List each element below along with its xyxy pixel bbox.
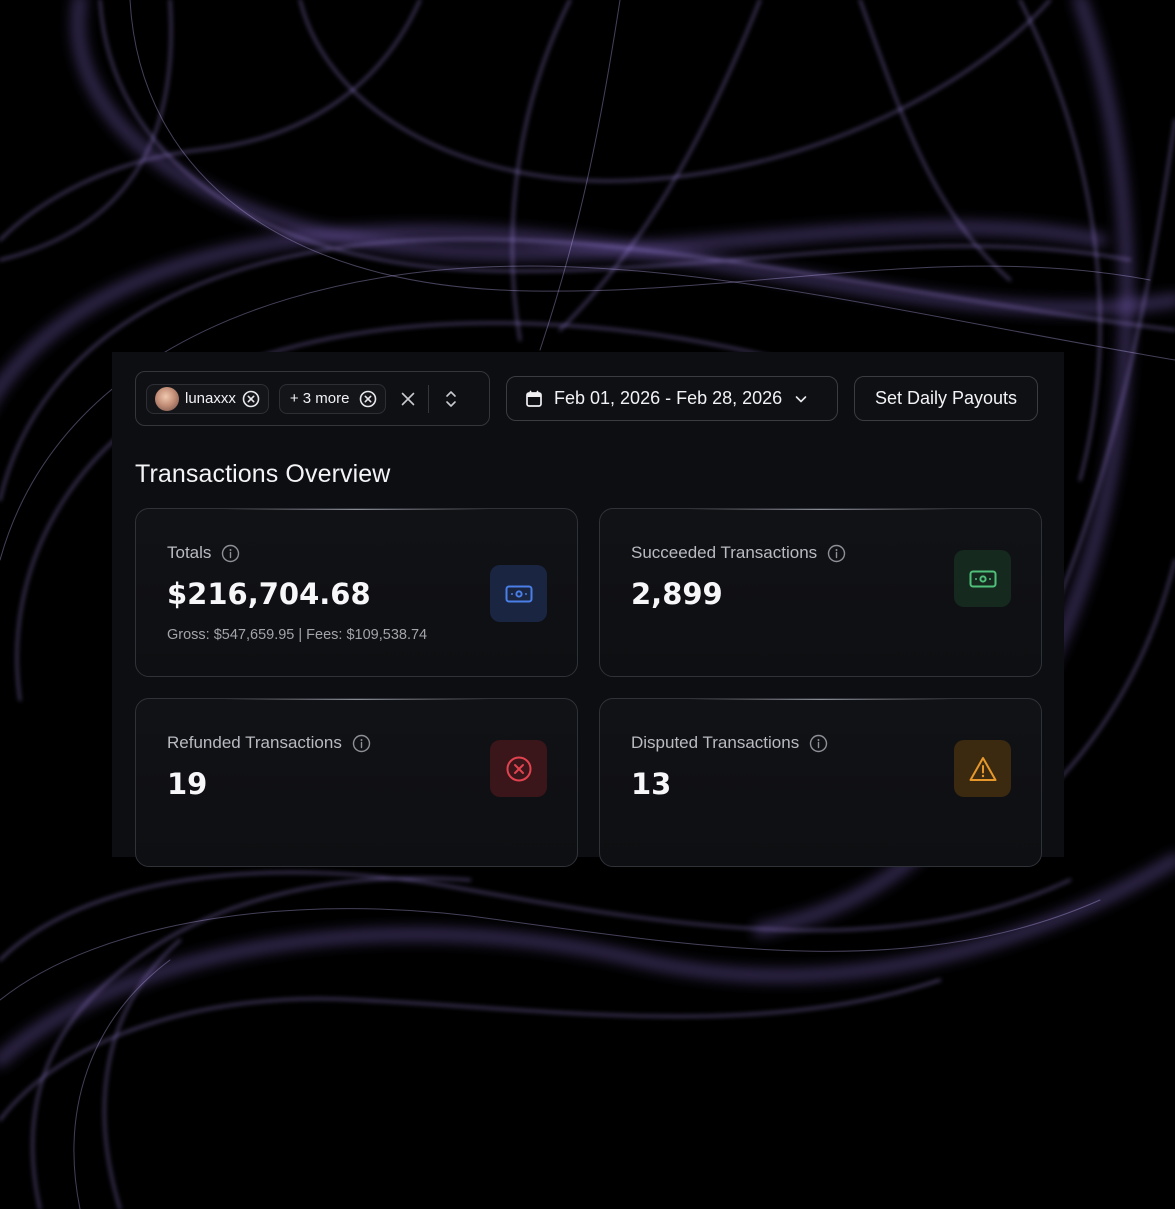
succeeded-card: Succeeded Transactions 2,899 bbox=[599, 508, 1042, 677]
succeeded-value: 2,899 bbox=[631, 577, 723, 611]
refunded-label: Refunded Transactions bbox=[167, 733, 342, 752]
divider bbox=[428, 384, 430, 413]
calendar-icon bbox=[525, 390, 543, 408]
page-title: Transactions Overview bbox=[135, 460, 391, 488]
info-icon[interactable] bbox=[809, 734, 828, 753]
payouts-button-label: Set Daily Payouts bbox=[874, 388, 1018, 408]
totals-breakdown: Gross: $547,659.95 | Fees: $109,538.74 bbox=[167, 627, 428, 643]
totals-label: Totals bbox=[167, 543, 212, 562]
user-filter-chip[interactable]: lunaxxx bbox=[146, 383, 269, 414]
chevron-up-down-icon[interactable] bbox=[439, 387, 463, 411]
set-daily-payouts-button[interactable]: Set Daily Payouts bbox=[854, 376, 1038, 421]
clear-filters-icon[interactable] bbox=[396, 387, 420, 411]
account-filter[interactable]: lunaxxx + 3 more bbox=[135, 371, 490, 426]
info-icon[interactable] bbox=[827, 544, 846, 563]
warning-icon bbox=[954, 740, 1011, 797]
card-label-row: Disputed Transactions bbox=[631, 733, 828, 753]
refunded-value: 19 bbox=[167, 767, 208, 801]
disputed-label: Disputed Transactions bbox=[631, 733, 800, 752]
info-icon[interactable] bbox=[221, 544, 240, 563]
avatar bbox=[155, 386, 179, 411]
disputed-value: 13 bbox=[631, 767, 672, 801]
cash-icon bbox=[954, 550, 1011, 607]
transactions-panel: lunaxxx + 3 more Feb 01, 2026 - Feb 28, … bbox=[112, 352, 1064, 867]
remove-user-chip-icon[interactable] bbox=[242, 390, 260, 408]
chevron-down-icon bbox=[794, 392, 808, 406]
refunded-card: Refunded Transactions 19 bbox=[135, 698, 578, 867]
more-chip-label: + 3 more bbox=[289, 390, 350, 407]
succeeded-label: Succeeded Transactions bbox=[631, 543, 818, 562]
x-circle-icon bbox=[490, 740, 547, 797]
card-label-row: Totals bbox=[167, 543, 240, 563]
remove-more-chip-icon[interactable] bbox=[359, 390, 377, 408]
info-icon[interactable] bbox=[352, 734, 371, 753]
totals-value: $216,704.68 bbox=[167, 577, 371, 611]
date-range-label: Feb 01, 2026 - Feb 28, 2026 bbox=[554, 388, 783, 408]
more-accounts-chip[interactable]: + 3 more bbox=[278, 383, 387, 414]
disputed-card: Disputed Transactions 13 bbox=[599, 698, 1042, 867]
date-range-picker[interactable]: Feb 01, 2026 - Feb 28, 2026 bbox=[506, 376, 838, 421]
totals-card: Totals $216,704.68 Gross: $547,659.95 | … bbox=[135, 508, 578, 677]
card-label-row: Refunded Transactions bbox=[167, 733, 371, 753]
card-label-row: Succeeded Transactions bbox=[631, 543, 846, 563]
cash-icon bbox=[490, 565, 547, 622]
user-chip-label: lunaxxx bbox=[185, 390, 236, 407]
